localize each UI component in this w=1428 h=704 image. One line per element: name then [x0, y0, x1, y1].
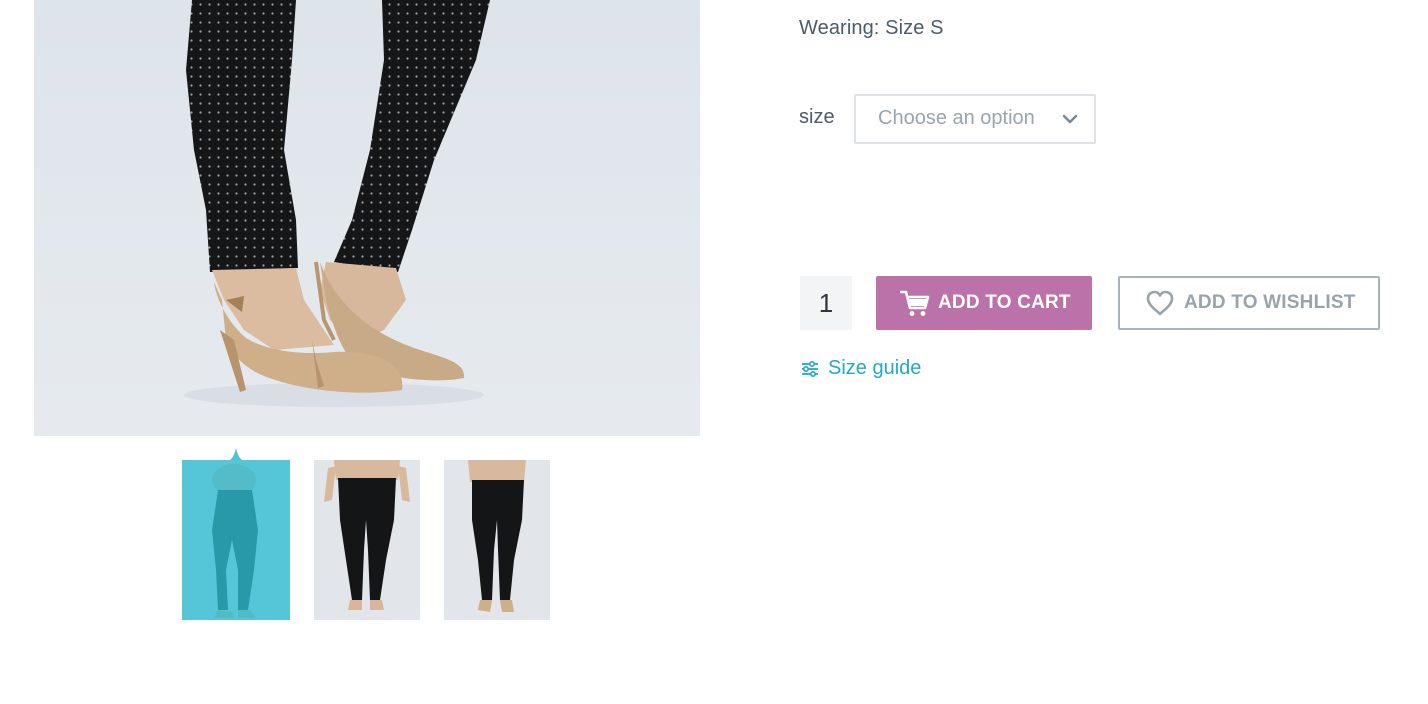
size-select[interactable]: Choose an option [854, 94, 1096, 144]
sliders-icon [802, 360, 818, 377]
product-page: Wearing: Size S size Choose an option 1 … [0, 0, 1428, 704]
heart-icon [1146, 290, 1174, 316]
size-guide-link[interactable]: Size guide [800, 357, 921, 380]
add-to-cart-button[interactable]: ADD TO CART [876, 276, 1092, 330]
thumbnail-3[interactable] [444, 460, 550, 620]
active-thumbnail-overlay [182, 460, 290, 620]
quantity-input[interactable]: 1 [800, 276, 852, 330]
size-label: size [799, 106, 835, 128]
add-to-wishlist-button[interactable]: ADD TO WISHLIST [1118, 276, 1380, 330]
add-to-cart-label: ADD TO CART [938, 292, 1071, 313]
size-guide-label: Size guide [828, 357, 922, 379]
thumbnail-2[interactable] [314, 460, 420, 620]
wearing-size-note: Wearing: Size S [799, 17, 944, 39]
thumbnail-1[interactable] [182, 460, 290, 620]
add-to-wishlist-label: ADD TO WISHLIST [1184, 292, 1356, 313]
chevron-down-icon [1062, 114, 1078, 124]
cart-icon [900, 290, 930, 316]
main-product-image[interactable] [34, 0, 700, 436]
size-select-value: Choose an option [878, 107, 1035, 129]
